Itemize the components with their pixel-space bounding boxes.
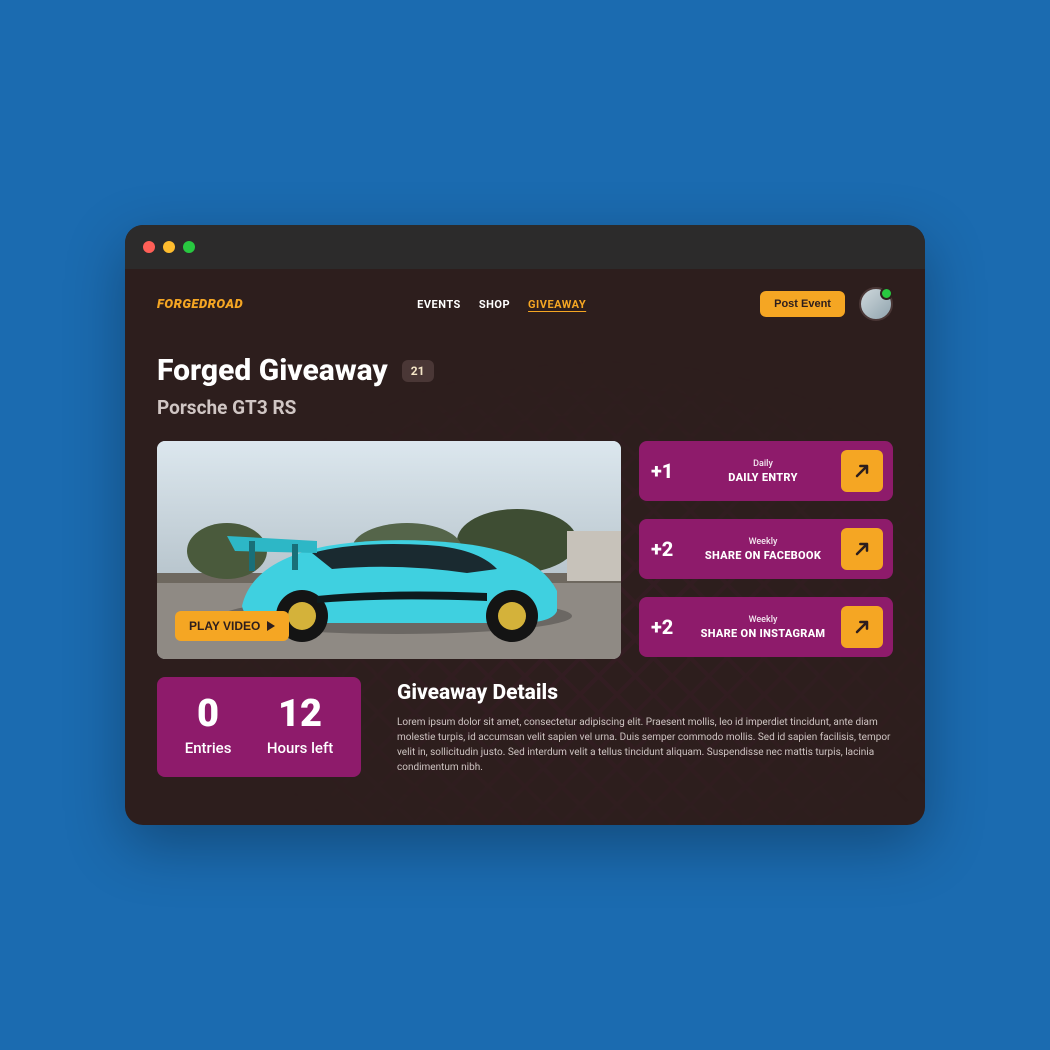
primary-nav: EVENTS SHOP GIVEAWAY (417, 298, 586, 311)
entry-actions: +1 Daily DAILY ENTRY +2 Weekly SHARE ON … (639, 441, 893, 659)
details-section: Giveaway Details Lorem ipsum dolor sit a… (397, 677, 893, 777)
count-badge: 21 (402, 360, 434, 382)
play-video-button[interactable]: PLAY VIDEO (175, 611, 289, 641)
action-label: SHARE ON FACEBOOK (691, 549, 835, 562)
topbar-right: Post Event (760, 287, 893, 321)
arrow-icon (841, 606, 883, 648)
action-frequency: Daily (691, 459, 835, 469)
giveaway-subtitle: Porsche GT3 RS (157, 396, 893, 419)
window-maximize-icon[interactable] (183, 241, 195, 253)
action-points: +2 (651, 537, 685, 561)
action-label: DAILY ENTRY (691, 471, 835, 484)
hours-value: 12 (267, 695, 333, 733)
details-body: Lorem ipsum dolor sit amet, consectetur … (397, 715, 893, 775)
topbar: FORGEDROAD EVENTS SHOP GIVEAWAY Post Eve… (125, 269, 925, 331)
content: Forged Giveaway 21 Porsche GT3 RS (125, 331, 925, 825)
details-title: Giveaway Details (397, 681, 893, 705)
action-share-facebook[interactable]: +2 Weekly SHARE ON FACEBOOK (639, 519, 893, 579)
user-avatar[interactable] (859, 287, 893, 321)
hours-label: Hours left (267, 739, 333, 757)
nav-events[interactable]: EVENTS (417, 298, 461, 311)
window-titlebar (125, 225, 925, 269)
app-window: FORGEDROAD EVENTS SHOP GIVEAWAY Post Eve… (125, 225, 925, 825)
nav-shop[interactable]: SHOP (479, 298, 510, 311)
brand-logo[interactable]: FORGEDROAD (157, 297, 243, 312)
hero-image: PLAY VIDEO (157, 441, 621, 659)
action-label: SHARE ON INSTAGRAM (691, 627, 835, 640)
action-points: +1 (651, 459, 685, 483)
action-points: +2 (651, 615, 685, 639)
window-close-icon[interactable] (143, 241, 155, 253)
page-title: Forged Giveaway (157, 353, 388, 388)
action-frequency: Weekly (691, 537, 835, 547)
window-minimize-icon[interactable] (163, 241, 175, 253)
post-event-button[interactable]: Post Event (760, 291, 845, 317)
play-video-label: PLAY VIDEO (189, 619, 260, 633)
entries-value: 0 (185, 695, 232, 733)
entries-label: Entries (185, 739, 232, 757)
action-daily-entry[interactable]: +1 Daily DAILY ENTRY (639, 441, 893, 501)
arrow-icon (841, 450, 883, 492)
action-share-instagram[interactable]: +2 Weekly SHARE ON INSTAGRAM (639, 597, 893, 657)
stats-card: 0 Entries 12 Hours left (157, 677, 361, 777)
arrow-icon (841, 528, 883, 570)
nav-giveaway[interactable]: GIVEAWAY (528, 298, 586, 311)
action-frequency: Weekly (691, 615, 835, 625)
play-icon (267, 621, 275, 631)
